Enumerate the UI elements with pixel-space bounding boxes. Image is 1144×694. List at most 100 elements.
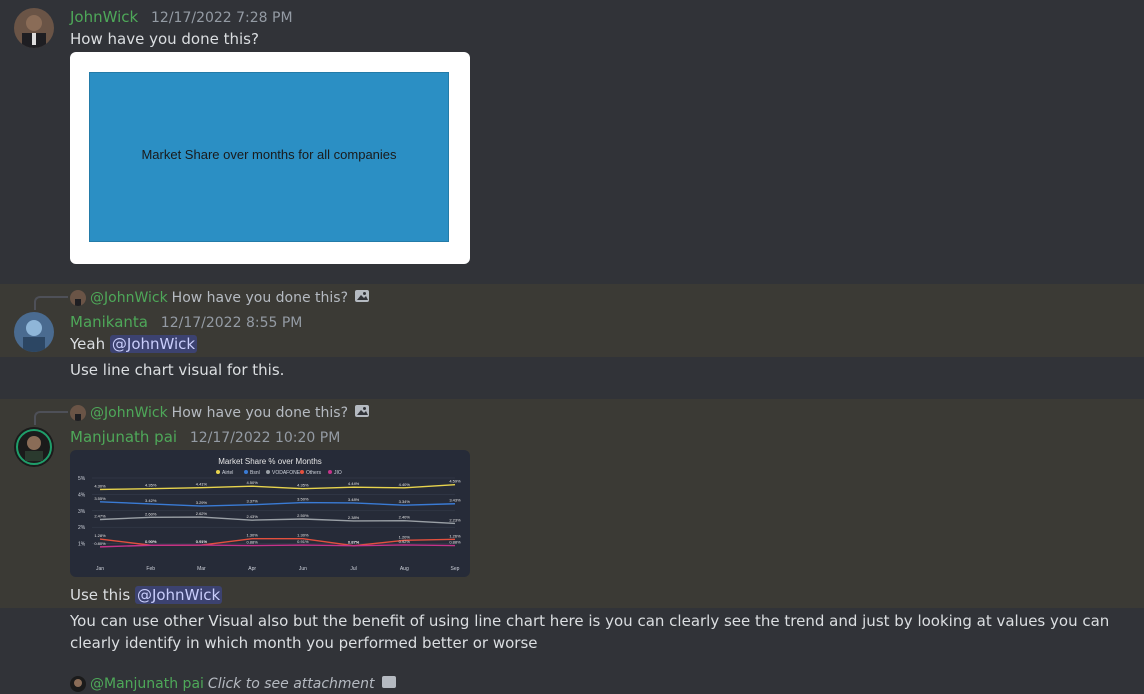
timestamp: 12/17/2022 10:20 PM bbox=[189, 430, 341, 446]
x-tick-label: Jan bbox=[96, 566, 104, 572]
data-label: 4.50% bbox=[246, 480, 258, 485]
reply-text: Click to see attachment bbox=[207, 676, 375, 692]
reply-spine bbox=[34, 411, 68, 425]
image-icon bbox=[381, 674, 397, 694]
y-tick-label: 4% bbox=[78, 492, 86, 498]
series-line bbox=[99, 544, 456, 548]
data-label: 4.59% bbox=[449, 479, 461, 484]
message-4: @Manjunath pai Click to see attachment bbox=[0, 668, 1144, 692]
x-tick-label: Sep bbox=[451, 566, 460, 572]
data-label: 2.43% bbox=[246, 514, 258, 519]
y-tick-label: 5% bbox=[78, 476, 86, 482]
chart-attachment[interactable]: Market Share % over Months Airtel Bsnl VOD… bbox=[70, 450, 470, 577]
timestamp: 12/17/2022 8:55 PM bbox=[160, 315, 303, 331]
legend-label: VODAFONE bbox=[272, 470, 301, 476]
data-label: 3.37% bbox=[246, 499, 258, 504]
data-label: 4.41% bbox=[196, 482, 208, 487]
message-followup: You can use other Visual also but the be… bbox=[70, 612, 1110, 652]
avatar[interactable] bbox=[14, 312, 54, 352]
username[interactable]: JohnWick bbox=[70, 8, 138, 26]
legend-swatch bbox=[244, 470, 248, 474]
image-icon bbox=[354, 403, 370, 423]
data-label: 0.80% bbox=[94, 541, 106, 546]
x-tick-label: Feb bbox=[146, 566, 155, 572]
data-label: 4.40% bbox=[399, 482, 411, 487]
legend-swatch bbox=[328, 470, 332, 474]
message-text: Use this @JohnWick bbox=[70, 584, 223, 606]
data-label: 4.30% bbox=[94, 483, 106, 488]
reply-spine bbox=[34, 296, 68, 310]
avatar[interactable] bbox=[14, 427, 54, 467]
image-attachment[interactable]: Market Share over months for all compani… bbox=[70, 52, 470, 264]
data-label: 2.60% bbox=[145, 511, 157, 516]
data-label: 0.92% bbox=[399, 539, 411, 544]
reply-preview[interactable]: @JohnWick How have you done this? bbox=[70, 403, 370, 423]
data-label: 2.47% bbox=[94, 513, 106, 518]
legend-label: Bsnl bbox=[250, 470, 260, 476]
x-tick-label: Apr bbox=[248, 566, 256, 572]
data-label: 1.26% bbox=[449, 533, 461, 538]
x-tick-label: Jun bbox=[299, 566, 307, 572]
data-label: 2.38% bbox=[348, 515, 360, 520]
image-caption: Market Share over months for all compani… bbox=[141, 147, 397, 162]
mention[interactable]: @JohnWick bbox=[134, 586, 223, 604]
y-tick-label: 3% bbox=[78, 509, 86, 515]
data-label: 2.40% bbox=[399, 515, 411, 520]
text-prefix: Yeah bbox=[70, 335, 106, 353]
message-text: Yeah @JohnWick bbox=[70, 333, 198, 355]
x-tick-label: Jul bbox=[350, 566, 356, 572]
data-label: 1.30% bbox=[246, 533, 258, 538]
chart-title: Market Share % over Months bbox=[218, 457, 322, 466]
chart-series: 4.30% 4.35% 4.41% 4.50% 4.35% 4.44% 4.40% 4.59%… bbox=[94, 479, 461, 548]
data-label: 3.50% bbox=[297, 497, 309, 502]
legend-label: Airtel bbox=[222, 470, 233, 476]
data-label: 0.88% bbox=[449, 540, 461, 545]
data-label: 3.43% bbox=[449, 498, 461, 503]
text-prefix: Use this bbox=[70, 586, 131, 604]
data-label: 1.28% bbox=[94, 533, 106, 538]
message-2: @JohnWick How have you done this? Manika… bbox=[0, 284, 1144, 357]
reply-avatar bbox=[70, 676, 86, 692]
reply-preview[interactable]: @Manjunath pai Click to see attachment bbox=[70, 674, 397, 694]
data-label: 0.88% bbox=[246, 540, 258, 545]
message-1: JohnWick 12/17/2022 7:28 PM How have you… bbox=[0, 0, 1144, 284]
y-tick-label: 1% bbox=[78, 542, 86, 548]
data-label: 0.91% bbox=[196, 539, 208, 544]
data-label: 4.35% bbox=[145, 483, 157, 488]
data-label: 2.50% bbox=[297, 513, 309, 518]
image-icon bbox=[354, 288, 370, 308]
timestamp: 12/17/2022 7:28 PM bbox=[151, 10, 293, 26]
legend-label: Others bbox=[306, 470, 322, 476]
reply-preview[interactable]: @JohnWick How have you done this? bbox=[70, 288, 370, 308]
chart-x-ticks: Jan Feb Mar Apr Jun Jul Aug Sep bbox=[96, 566, 460, 572]
legend-swatch bbox=[216, 470, 220, 474]
reply-mention[interactable]: @Manjunath pai bbox=[90, 676, 204, 692]
x-tick-label: Mar bbox=[197, 566, 206, 572]
data-label: 3.55% bbox=[94, 496, 106, 501]
message-text: How have you done this? bbox=[70, 30, 259, 48]
reply-mention[interactable]: @JohnWick bbox=[90, 405, 168, 421]
data-label: 3.29% bbox=[196, 500, 208, 505]
data-label: 4.44% bbox=[348, 481, 360, 486]
mention[interactable]: @JohnWick bbox=[109, 335, 198, 353]
x-tick-label: Aug bbox=[400, 566, 409, 572]
chart-legend: Airtel Bsnl VODAFONE Others JIO bbox=[216, 470, 342, 476]
message-3: @JohnWick How have you done this? Manjun… bbox=[0, 399, 1144, 608]
legend-swatch bbox=[300, 470, 304, 474]
data-label: 1.30% bbox=[297, 533, 309, 538]
y-tick-label: 2% bbox=[78, 525, 86, 531]
data-label: 3.48% bbox=[348, 497, 360, 502]
data-label: 4.35% bbox=[297, 483, 309, 488]
image-panel: Market Share over months for all compani… bbox=[89, 72, 449, 242]
data-label: 0.91% bbox=[297, 539, 309, 544]
line-chart: Market Share % over Months Airtel Bsnl VOD… bbox=[78, 457, 461, 572]
username[interactable]: Manikanta bbox=[70, 313, 148, 331]
message-header: JohnWick 12/17/2022 7:28 PM bbox=[70, 8, 293, 26]
message-header: Manikanta 12/17/2022 8:55 PM bbox=[70, 313, 302, 331]
reply-avatar bbox=[70, 405, 86, 421]
reply-mention[interactable]: @JohnWick bbox=[90, 290, 168, 306]
avatar[interactable] bbox=[14, 8, 54, 48]
data-label: 0.90% bbox=[145, 539, 157, 544]
username[interactable]: Manjunath pai bbox=[70, 428, 177, 446]
reply-text: How have you done this? bbox=[171, 290, 349, 306]
